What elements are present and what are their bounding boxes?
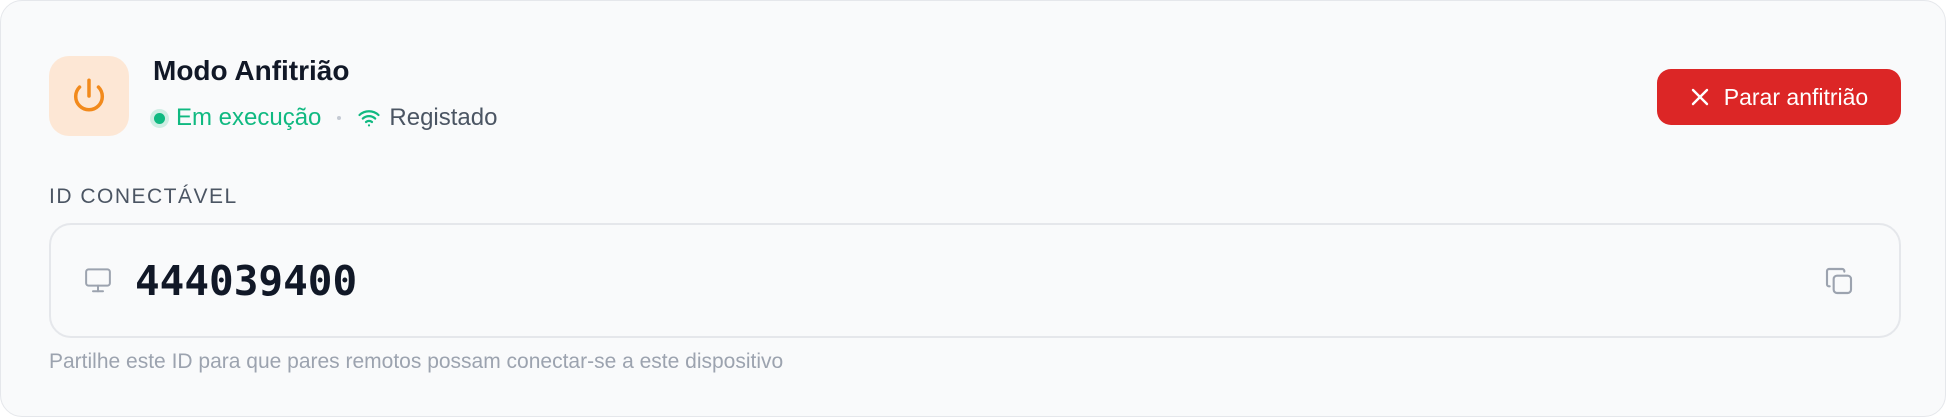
status-dot-icon [154, 112, 165, 124]
connectable-id-label: ID CONECTÁVEL [49, 185, 238, 208]
copy-icon[interactable] [1819, 261, 1859, 301]
separator-dot [337, 116, 342, 120]
page-title: Modo Anfitrião [153, 55, 350, 86]
host-mode-card: Modo Anfitrião Em execução Registado Par… [0, 0, 1946, 417]
connectable-id-field: 444039400 [49, 223, 1901, 338]
stop-host-button[interactable]: Parar anfitrião [1657, 69, 1901, 125]
monitor-icon [83, 265, 113, 300]
wifi-icon [357, 106, 381, 130]
power-icon [49, 56, 129, 136]
status-label: Em execução [176, 104, 322, 131]
close-icon [1690, 87, 1710, 107]
stop-host-label: Parar anfitrião [1723, 83, 1869, 110]
status-row: Em execução Registado [153, 101, 497, 135]
share-id-hint: Partilhe este ID para que pares remotos … [49, 350, 784, 373]
connectable-id-value[interactable]: 444039400 [135, 255, 357, 307]
registration-label: Registado [389, 104, 498, 131]
